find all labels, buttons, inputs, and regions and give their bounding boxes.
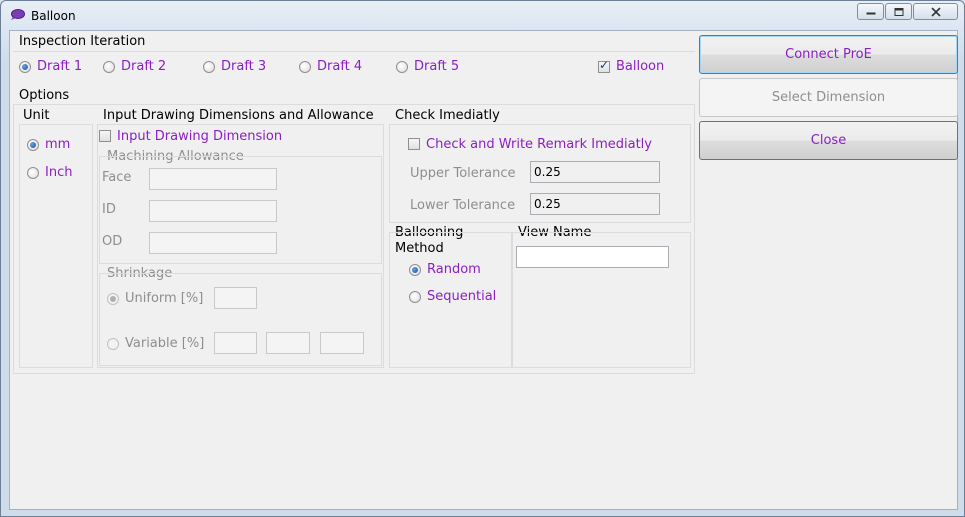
input-drawing-checkbox-label[interactable]: Input Drawing Dimension (117, 129, 282, 144)
face-input[interactable] (149, 168, 277, 190)
unit-inch-label[interactable]: Inch (45, 165, 72, 180)
client-area: Inspection Iteration Draft 1 Draft 2 Dra… (9, 30, 958, 510)
unit-mm-label[interactable]: mm (45, 137, 70, 152)
input-drawing-checkbox[interactable] (99, 130, 111, 142)
face-label: Face (102, 170, 132, 185)
upper-tolerance-label: Upper Tolerance (410, 166, 516, 181)
check-remark-checkbox[interactable] (408, 138, 420, 150)
draft-3-radio[interactable] (203, 61, 215, 73)
minimize-button[interactable] (857, 3, 884, 20)
draft-3-label[interactable]: Draft 3 (221, 59, 266, 74)
uniform-label[interactable]: Uniform [%] (125, 291, 203, 306)
sequential-label[interactable]: Sequential (427, 289, 496, 304)
draft-1-label[interactable]: Draft 1 (37, 59, 82, 74)
uniform-radio[interactable] (107, 293, 119, 305)
select-dimension-button[interactable]: Select Dimension (699, 78, 958, 117)
uniform-input[interactable] (214, 287, 257, 309)
draft-1-radio[interactable] (19, 61, 31, 73)
check-title: Check Imediatly (395, 108, 500, 123)
draft-5-label[interactable]: Draft 5 (414, 59, 459, 74)
upper-tolerance-input[interactable]: 0.25 (530, 161, 660, 183)
window-title: Balloon (31, 9, 76, 23)
title-bar[interactable]: Balloon (1, 1, 964, 31)
close-button[interactable]: Close (699, 121, 958, 160)
maximize-button[interactable] (885, 3, 912, 20)
unit-mm-radio[interactable] (27, 139, 39, 151)
speech-bubble-icon (10, 9, 25, 21)
id-input[interactable] (149, 200, 277, 222)
balloon-label[interactable]: Balloon (616, 59, 664, 74)
lower-tolerance-label: Lower Tolerance (410, 198, 516, 213)
id-label: ID (102, 202, 116, 217)
draft-4-label[interactable]: Draft 4 (317, 59, 362, 74)
unit-title: Unit (23, 108, 50, 123)
random-radio[interactable] (409, 264, 421, 276)
minimize-icon (866, 12, 875, 14)
balloon-window: Balloon Inspection Iteration Draft 1 Dra… (0, 0, 965, 517)
variable-input-1[interactable] (214, 332, 257, 354)
od-input[interactable] (149, 232, 277, 254)
sequential-radio[interactable] (409, 291, 421, 303)
inspection-title: Inspection Iteration (19, 34, 146, 49)
od-label: OD (102, 234, 123, 249)
draft-2-radio[interactable] (103, 61, 115, 73)
balloon-checkbox[interactable] (598, 58, 610, 73)
unit-group (19, 124, 93, 368)
close-icon (930, 7, 941, 16)
random-label[interactable]: Random (427, 262, 481, 277)
variable-input-2[interactable] (266, 332, 310, 354)
input-drawing-title: Input Drawing Dimensions and Allowance (103, 108, 374, 123)
draft-5-radio[interactable] (396, 61, 408, 73)
check-remark-label[interactable]: Check and Write Remark Imediatly (426, 137, 652, 152)
close-window-button[interactable] (913, 3, 958, 20)
variable-input-3[interactable] (320, 332, 364, 354)
variable-radio[interactable] (107, 338, 119, 350)
draft-2-label[interactable]: Draft 2 (121, 59, 166, 74)
lower-tolerance-input[interactable]: 0.25 (530, 193, 660, 215)
variable-label[interactable]: Variable [%] (125, 336, 204, 351)
view-name-input[interactable] (516, 246, 669, 268)
connect-proe-button[interactable]: Connect ProE (699, 35, 958, 74)
options-title: Options (19, 88, 70, 103)
unit-inch-radio[interactable] (27, 167, 39, 179)
maximize-icon (894, 7, 903, 16)
draft-4-radio[interactable] (299, 61, 311, 73)
